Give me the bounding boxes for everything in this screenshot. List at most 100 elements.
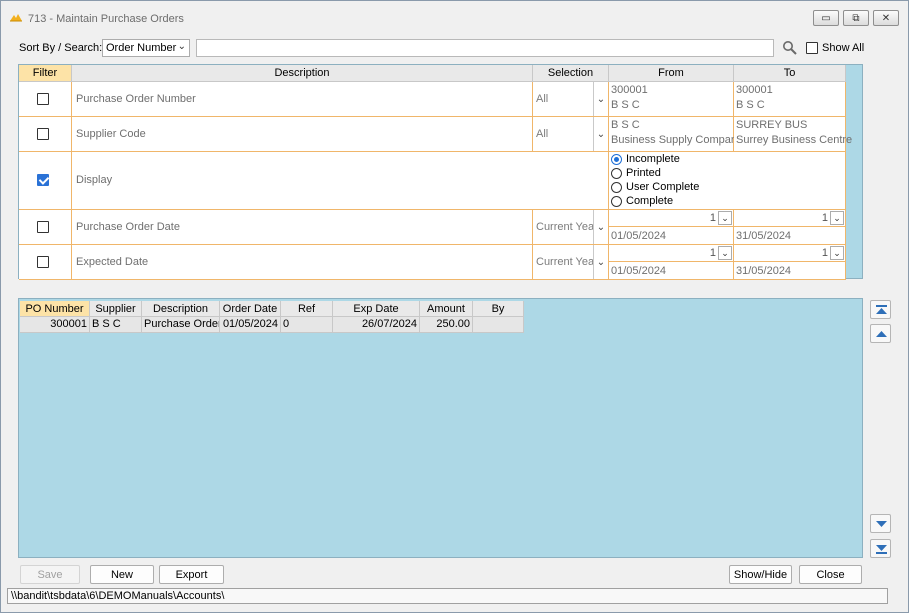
- description-cell: Purchase Order Number: [72, 82, 533, 117]
- ref-column-header[interactable]: Ref: [281, 301, 333, 317]
- chevron-down-icon[interactable]: ⌄: [593, 245, 608, 279]
- order-date-cell[interactable]: 01/05/2024: [220, 317, 281, 333]
- last-page-icon: [876, 545, 887, 554]
- to-value-code: 300001: [736, 84, 773, 96]
- to-column-header[interactable]: To: [734, 65, 846, 82]
- from-period-spinner[interactable]: 1 ⌄: [609, 245, 733, 262]
- next-record-button[interactable]: [870, 514, 891, 533]
- supplier-cell[interactable]: B S C: [90, 317, 142, 333]
- last-record-button[interactable]: [870, 539, 891, 558]
- chevron-down-icon[interactable]: ⌄: [830, 211, 844, 225]
- to-cell: 1 ⌄ 31/05/2024: [734, 245, 846, 280]
- from-value-name: Business Supply Company: [611, 134, 743, 146]
- to-date-value[interactable]: 31/05/2024: [736, 265, 791, 277]
- close-button[interactable]: Close: [799, 565, 862, 584]
- ref-cell[interactable]: 0: [281, 317, 333, 333]
- by-cell[interactable]: [473, 317, 524, 333]
- from-value-name: B S C: [611, 99, 640, 111]
- filter-checkbox-expected-date[interactable]: [37, 256, 49, 268]
- filter-cell: [19, 117, 72, 152]
- selection-select-po-number[interactable]: All ⌄: [533, 82, 609, 117]
- filter-checkbox-supplier-code[interactable]: [37, 128, 49, 140]
- from-cell: 1 ⌄ 01/05/2024: [609, 245, 734, 280]
- sort-by-select[interactable]: Order Number ⌄: [102, 39, 190, 57]
- supplier-column-header[interactable]: Supplier: [90, 301, 142, 317]
- order-date-column-header[interactable]: Order Date: [220, 301, 281, 317]
- search-icon[interactable]: [782, 40, 798, 56]
- radio-label: User Complete: [626, 181, 700, 193]
- filter-checkbox-po-number[interactable]: [37, 93, 49, 105]
- radio-printed[interactable]: Printed: [611, 167, 661, 179]
- filter-column-header[interactable]: Filter: [19, 65, 72, 82]
- previous-record-button[interactable]: [870, 324, 891, 343]
- orders-grid: PO Number Supplier Description Order Dat…: [18, 298, 863, 558]
- to-date-value[interactable]: 31/05/2024: [736, 230, 791, 242]
- selection-select-po-date[interactable]: Current Year ⌄: [533, 210, 609, 245]
- close-window-button[interactable]: ✕: [873, 10, 899, 26]
- to-cell[interactable]: 300001 B S C: [734, 82, 846, 117]
- filter-checkbox-po-date[interactable]: [37, 221, 49, 233]
- filter-checkbox-display[interactable]: [37, 174, 49, 186]
- po-number-column-header[interactable]: PO Number: [20, 301, 90, 317]
- selection-value: All: [536, 128, 549, 140]
- from-column-header[interactable]: From: [609, 65, 734, 82]
- from-date-value[interactable]: 01/05/2024: [611, 230, 666, 242]
- first-record-button[interactable]: [870, 300, 891, 319]
- exp-date-cell[interactable]: 26/07/2024: [333, 317, 420, 333]
- export-button[interactable]: Export: [159, 565, 224, 584]
- filter-row-supplier-code: Supplier Code All ⌄ B S C Business Suppl…: [19, 117, 852, 152]
- selection-column-header[interactable]: Selection: [533, 65, 609, 82]
- new-button[interactable]: New: [90, 565, 154, 584]
- selection-value: Current Year: [536, 221, 598, 233]
- selection-value: All: [536, 93, 549, 105]
- filter-row-display: Display Incomplete Printed User Complete: [19, 152, 846, 210]
- save-button[interactable]: Save: [20, 565, 80, 584]
- sort-search-label: Sort By / Search:: [19, 42, 103, 54]
- restore-button[interactable]: ⧉: [843, 10, 869, 26]
- chevron-down-icon[interactable]: ⌄: [718, 211, 732, 225]
- chevron-down-icon[interactable]: ⌄: [593, 117, 608, 151]
- filter-cell: [19, 245, 72, 280]
- chevron-down-icon[interactable]: ⌄: [718, 246, 732, 260]
- sort-search-bar: Sort By / Search: Order Number ⌄ Show Al…: [1, 37, 908, 61]
- radio-user-complete[interactable]: User Complete: [611, 181, 699, 193]
- to-period-spinner[interactable]: 1 ⌄: [734, 210, 845, 227]
- filter-description: Purchase Order Number: [76, 93, 196, 105]
- po-number-cell[interactable]: 300001: [20, 317, 90, 333]
- exp-date-column-header[interactable]: Exp Date: [333, 301, 420, 317]
- restore-icon: ⧉: [852, 12, 860, 24]
- from-cell[interactable]: 300001 B S C: [609, 82, 734, 117]
- filter-cell: [19, 210, 72, 245]
- description-cell[interactable]: Purchase Order: [142, 317, 220, 333]
- from-period-value: 1: [709, 247, 716, 259]
- radio-complete[interactable]: Complete: [611, 195, 673, 207]
- search-input[interactable]: [196, 39, 774, 57]
- chevron-down-icon[interactable]: ⌄: [593, 210, 608, 244]
- show-all-checkbox[interactable]: [806, 42, 818, 54]
- description-cell: Display: [72, 152, 609, 210]
- radio-icon: [611, 181, 622, 193]
- main-window: 713 - Maintain Purchase Orders ▭ ⧉ ✕ Sor…: [0, 0, 909, 613]
- status-bar: \\bandit\tsbdata\6\DEMOManuals\Accounts\: [7, 588, 888, 604]
- to-period-value: 1: [821, 212, 828, 224]
- by-column-header[interactable]: By: [473, 301, 524, 317]
- to-period-spinner[interactable]: 1 ⌄: [734, 245, 845, 262]
- selection-value: Current Year: [536, 256, 598, 268]
- from-cell[interactable]: B S C Business Supply Company: [609, 117, 742, 152]
- chevron-down-icon[interactable]: ⌄: [830, 246, 844, 260]
- from-date-value[interactable]: 01/05/2024: [611, 265, 666, 277]
- to-period-value: 1: [821, 247, 828, 259]
- selection-select-supplier-code[interactable]: All ⌄: [533, 117, 609, 152]
- description-column-header[interactable]: Description: [142, 301, 220, 317]
- amount-column-header[interactable]: Amount: [420, 301, 473, 317]
- minimize-button[interactable]: ▭: [813, 10, 839, 26]
- selection-select-expected-date[interactable]: Current Year ⌄: [533, 245, 609, 280]
- show-hide-button[interactable]: Show/Hide: [729, 565, 792, 584]
- chevron-down-icon[interactable]: ⌄: [593, 82, 608, 116]
- description-column-header[interactable]: Description: [72, 65, 533, 82]
- from-period-spinner[interactable]: 1 ⌄: [609, 210, 733, 227]
- to-cell[interactable]: SURREY BUS Surrey Business Centre: [734, 117, 852, 152]
- app-logo-icon: [9, 12, 23, 24]
- amount-cell[interactable]: 250.00: [420, 317, 473, 333]
- radio-incomplete[interactable]: Incomplete: [611, 153, 680, 165]
